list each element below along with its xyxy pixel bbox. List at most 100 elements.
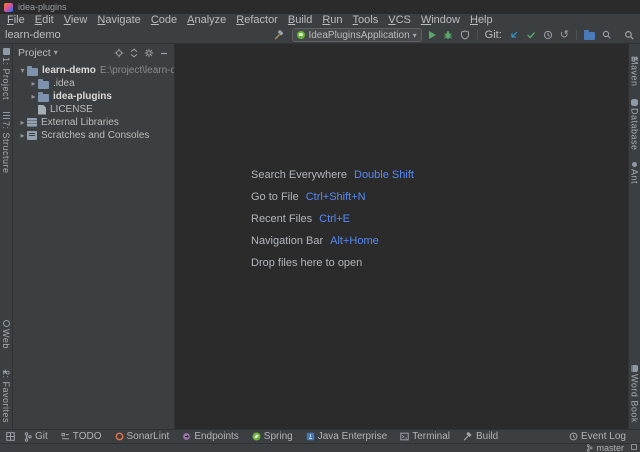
tool-button-label: Spring: [264, 431, 293, 442]
tree-item-external-libraries[interactable]: External Libraries: [13, 116, 174, 129]
database-toolwindow-icon: [631, 99, 638, 106]
file-icon: [38, 105, 46, 115]
git-group-label: Git:: [485, 29, 502, 41]
menu-view[interactable]: View: [59, 14, 93, 27]
shortcut-hint-row: Navigation Bar Alt+Home: [251, 230, 414, 252]
tree-collapsed-icon[interactable]: [18, 129, 27, 142]
coverage-button[interactable]: [460, 30, 470, 40]
tree-item-idea-plugins[interactable]: idea-plugins: [13, 90, 174, 103]
status-indicator-icon[interactable]: [631, 444, 637, 450]
menu-tools[interactable]: Tools: [348, 14, 384, 27]
chevron-down-icon[interactable]: [54, 47, 58, 58]
tool-button-endpoints[interactable]: Endpoints: [182, 431, 238, 442]
shortcut-hint-row: Recent Files Ctrl+E: [251, 208, 414, 230]
tree-collapsed-icon[interactable]: [18, 116, 27, 129]
tool-button-label: Web: [1, 329, 11, 349]
menu-window[interactable]: Window: [416, 14, 465, 27]
structure-toolwindow-icon: [3, 112, 10, 119]
editor-empty-area[interactable]: Search Everywhere Double Shift Go to Fil…: [175, 44, 628, 429]
favorites-toolwindow-icon: [3, 361, 10, 368]
menu-analyze[interactable]: Analyze: [182, 14, 231, 27]
tool-button-word-book[interactable]: Word Book: [630, 365, 640, 423]
tree-item-scratches[interactable]: Scratches and Consoles: [13, 129, 174, 142]
tool-button-label: Database: [630, 108, 640, 151]
build-hammer-icon[interactable]: [274, 30, 285, 41]
tool-button-java-enterprise[interactable]: Java Enterprise: [306, 431, 387, 442]
menu-build[interactable]: Build: [283, 14, 317, 27]
tool-button-build[interactable]: Build: [463, 431, 498, 442]
toolwindow-switcher-button[interactable]: [6, 432, 15, 441]
project-view-selector[interactable]: Project: [18, 47, 51, 59]
tree-item-learn-demo[interactable]: learn-demo E:\project\learn-demo: [13, 64, 174, 77]
event-log-button[interactable]: Event Log: [569, 431, 626, 442]
git-update-button[interactable]: [509, 30, 519, 40]
run-button[interactable]: [429, 31, 436, 39]
git-branch-widget[interactable]: master: [586, 443, 624, 452]
branch-icon: [24, 432, 32, 442]
tool-button-terminal[interactable]: Terminal: [400, 431, 450, 442]
debug-button[interactable]: [443, 30, 453, 40]
window-title: idea-plugins: [18, 2, 67, 12]
git-history-button[interactable]: [543, 30, 553, 40]
tree-collapsed-icon[interactable]: [29, 77, 38, 90]
tool-button-spring[interactable]: Spring: [252, 431, 293, 442]
tool-button-web[interactable]: Web: [1, 320, 11, 349]
run-configuration-select[interactable]: IdeaPluginsApplication: [292, 28, 421, 42]
find-button[interactable]: [602, 30, 612, 40]
shortcut-label: Search Everywhere: [251, 169, 347, 181]
shortcut-keys: Ctrl+E: [319, 213, 350, 225]
app-logo-icon: [4, 3, 13, 12]
tree-item-label: .idea: [53, 78, 75, 89]
search-everywhere-icon[interactable]: [624, 30, 635, 41]
tool-button-maven[interactable]: Maven: [630, 48, 640, 87]
navigation-bar-item[interactable]: learn-demo: [5, 29, 61, 41]
toolbar-separator: [576, 30, 577, 40]
tool-button-label: Ant: [630, 169, 640, 184]
git-rollback-button[interactable]: [560, 29, 569, 41]
folder-button[interactable]: [584, 32, 595, 40]
tree-item-license[interactable]: LICENSE: [13, 103, 174, 116]
run-configuration-label: IdeaPluginsApplication: [308, 30, 409, 41]
tree-expanded-icon[interactable]: [18, 64, 27, 77]
folder-icon: [38, 81, 49, 89]
tool-button-database[interactable]: Database: [630, 99, 640, 151]
tool-button-ant[interactable]: Ant: [630, 162, 640, 184]
title-bar: idea-plugins: [0, 0, 640, 14]
menu-refactor[interactable]: Refactor: [231, 14, 283, 27]
menu-code[interactable]: Code: [146, 14, 182, 27]
menu-vcs[interactable]: VCS: [383, 14, 416, 27]
tool-button-sonarlint[interactable]: SonarLint: [115, 431, 170, 442]
tool-button-structure[interactable]: 7: Structure: [1, 112, 11, 174]
word-book-toolwindow-icon: [631, 365, 638, 372]
spring-boot-icon: [297, 31, 305, 39]
menu-run[interactable]: Run: [317, 14, 347, 27]
menu-navigate[interactable]: Navigate: [92, 14, 145, 27]
settings-gear-button[interactable]: [144, 48, 154, 58]
tree-item-idea[interactable]: .idea: [13, 77, 174, 90]
tool-button-todo[interactable]: TODO: [61, 431, 102, 442]
toolbar-separator: [477, 30, 478, 40]
menu-file[interactable]: File: [2, 14, 30, 27]
tree-item-label: idea-plugins: [53, 91, 112, 102]
locate-button[interactable]: [114, 48, 124, 58]
shortcut-hint-row: Search Everywhere Double Shift: [251, 164, 414, 186]
tool-button-label: 2: Favorites: [1, 370, 11, 423]
git-commit-button[interactable]: [526, 30, 536, 40]
collapse-all-button[interactable]: [129, 48, 139, 58]
shortcut-keys: Double Shift: [354, 169, 414, 181]
libraries-icon: [27, 118, 37, 127]
tool-button-project[interactable]: 1: Project: [1, 48, 11, 100]
ant-toolwindow-icon: [632, 162, 637, 167]
tree-item-label: Scratches and Consoles: [41, 130, 149, 141]
tool-button-favorites[interactable]: 2: Favorites: [1, 361, 11, 423]
tool-button-git[interactable]: Git: [24, 431, 48, 442]
tool-button-label: Endpoints: [194, 431, 238, 442]
hide-button[interactable]: [159, 48, 169, 58]
menu-edit[interactable]: Edit: [30, 14, 59, 27]
tool-button-label: TODO: [73, 431, 102, 442]
maven-toolwindow-icon: [631, 48, 638, 55]
shortcut-label: Go to File: [251, 191, 299, 203]
tool-button-label: Word Book: [630, 374, 640, 423]
tree-collapsed-icon[interactable]: [29, 90, 38, 103]
menu-help[interactable]: Help: [465, 14, 498, 27]
